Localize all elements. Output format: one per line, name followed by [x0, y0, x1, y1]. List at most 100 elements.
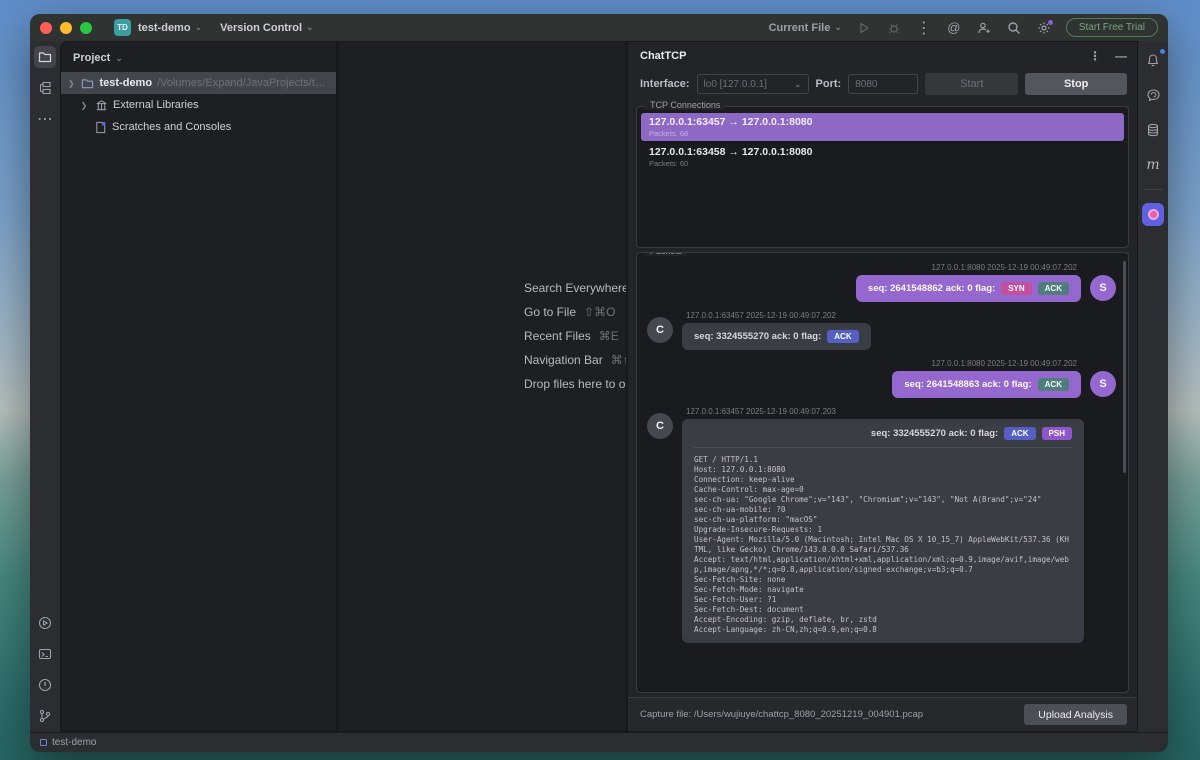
git-branch-icon[interactable]: [34, 705, 56, 727]
panel-options-icon[interactable]: ⋮: [1089, 49, 1101, 63]
maven-tool-icon[interactable]: m: [1142, 154, 1164, 176]
tree-row-scratches[interactable]: Scratches and Consoles: [61, 116, 336, 138]
status-bar: test-demo: [30, 732, 1168, 752]
chevron-down-icon: ⌄: [195, 22, 203, 33]
project-menu[interactable]: test-demo ⌄: [138, 22, 202, 34]
more-tool-windows-icon[interactable]: ⋯: [34, 108, 56, 130]
search-everywhere-icon[interactable]: [1006, 20, 1022, 36]
ide-window: TD test-demo ⌄ Version Control ⌄ Current…: [30, 14, 1168, 752]
title-bar: TD test-demo ⌄ Version Control ⌄ Current…: [30, 14, 1168, 41]
start-free-trial-button[interactable]: Start Free Trial: [1066, 18, 1158, 37]
notification-dot: [1160, 49, 1165, 54]
folder-icon: [81, 76, 95, 90]
close-window-button[interactable]: [40, 22, 52, 34]
capture-controls: Interface: lo0 [127.0.0.1] ⌄ Port: 8080 …: [628, 68, 1137, 102]
start-capture-button[interactable]: Start: [925, 73, 1018, 95]
packet-message[interactable]: C 127.0.0.1:63457 2025-12-19 00:49:07.20…: [647, 407, 1116, 643]
project-panel: Project ⌄ ❯ test-demo /Volumes/Expand/Ja…: [60, 41, 337, 732]
right-tool-strip: m: [1138, 41, 1168, 732]
chevron-down-icon: ⌄: [306, 22, 314, 33]
packet-bubble: seq: 3324555270 ack: 0 flag: ACK: [682, 323, 871, 350]
plugin-logo-dot: [1148, 209, 1159, 220]
flag-badge-ack: ACK: [1038, 282, 1069, 295]
project-panel-header[interactable]: Project ⌄: [61, 48, 336, 72]
chevron-down-icon: ⌄: [794, 79, 802, 90]
chevron-down-icon: ⌄: [115, 53, 123, 64]
server-avatar: S: [1090, 371, 1116, 397]
scratch-file-icon: [93, 120, 107, 134]
hint-search-everywhere: Search Everywhere: [524, 276, 627, 300]
connection-row[interactable]: 127.0.0.1:63457 → 127.0.0.1:8080 Packets…: [641, 113, 1124, 141]
more-actions-icon[interactable]: ⋮: [916, 20, 932, 36]
interface-label: Interface:: [640, 78, 690, 90]
problems-tool-icon[interactable]: [34, 674, 56, 696]
connection-row[interactable]: 127.0.0.1:63458 → 127.0.0.1:8080 Packets…: [641, 143, 1124, 171]
run-configuration-selector[interactable]: Current File ⌄: [769, 22, 842, 34]
stop-capture-button[interactable]: Stop: [1025, 73, 1127, 95]
notifications-bell-icon[interactable]: [1142, 49, 1164, 71]
chattcp-plugin-icon[interactable]: [1142, 203, 1164, 225]
tcp-connections-section: TCP Connections 127.0.0.1:63457 → 127.0.…: [636, 106, 1129, 248]
chevron-down-icon: ⌄: [834, 22, 842, 33]
terminal-tool-icon[interactable]: [34, 643, 56, 665]
settings-notification-dot: [1048, 20, 1053, 25]
packet-bubble-payload: seq: 3324555270 ack: 0 flag: ACK PSH GET…: [682, 419, 1084, 643]
project-tool-icon[interactable]: [34, 46, 56, 68]
tree-row-external-libraries[interactable]: ❯ External Libraries: [61, 94, 336, 116]
interface-select[interactable]: lo0 [127.0.0.1] ⌄: [697, 74, 809, 94]
editor-shortcut-hints: Search Everywhere Go to File ⇧⌘O Recent …: [524, 276, 627, 396]
flag-badge-ack: ACK: [827, 330, 858, 343]
settings-gear-icon[interactable]: [1036, 20, 1052, 36]
library-icon: [94, 98, 108, 112]
client-avatar: C: [647, 317, 673, 343]
run-icon[interactable]: [856, 20, 872, 36]
chattcp-title: ChatTCP: [640, 50, 686, 62]
flag-badge-syn: SYN: [1001, 282, 1031, 295]
packet-message[interactable]: C 127.0.0.1:63457 2025-12-19 00:49:07.20…: [647, 311, 1116, 350]
tree-row-project-root[interactable]: ❯ test-demo /Volumes/Expand/JavaProjects…: [61, 72, 336, 94]
port-label: Port:: [816, 78, 842, 90]
editor-area[interactable]: Search Everywhere Go to File ⇧⌘O Recent …: [337, 41, 627, 732]
tcp-connections-title: TCP Connections: [645, 100, 725, 110]
hint-recent-files: Recent Files ⌘E: [524, 324, 627, 348]
upload-analysis-button[interactable]: Upload Analysis: [1024, 704, 1127, 725]
strip-divider: [1144, 189, 1162, 190]
port-input[interactable]: 8080: [848, 74, 918, 94]
http-payload: GET / HTTP/1.1 Host: 127.0.0.1:8080 Conn…: [694, 448, 1072, 635]
services-tool-icon[interactable]: [34, 612, 56, 634]
chattcp-header: ChatTCP ⋮ —: [628, 42, 1137, 68]
server-avatar: S: [1090, 275, 1116, 301]
capture-file-path: Capture file: /Users/wujiuye/chattcp_808…: [640, 709, 923, 720]
chattcp-panel: ChatTCP ⋮ — Interface: lo0 [127.0.0.1] ⌄…: [627, 41, 1138, 732]
packets-scrollbar[interactable]: [1123, 261, 1126, 473]
desktop-wallpaper: TD test-demo ⌄ Version Control ⌄ Current…: [0, 0, 1200, 760]
panel-minimize-icon[interactable]: —: [1115, 49, 1127, 63]
project-avatar[interactable]: TD: [114, 19, 131, 36]
status-project-name[interactable]: test-demo: [52, 737, 96, 748]
module-icon: [40, 739, 47, 746]
expand-arrow-icon[interactable]: ❯: [67, 79, 76, 88]
client-avatar: C: [647, 413, 673, 439]
packet-message[interactable]: 127.0.0.1:8080 2025-12-19 00:49:07.202 s…: [647, 263, 1116, 302]
packet-bubble: seq: 2641548863 ack: 0 flag: ACK: [892, 371, 1081, 398]
flag-badge-ack: ACK: [1038, 378, 1069, 391]
ai-assistant-icon[interactable]: @: [946, 20, 962, 36]
vcs-menu[interactable]: Version Control ⌄: [220, 22, 313, 34]
packets-section[interactable]: Packets 127.0.0.1:8080 2025-12-19 00:49:…: [636, 252, 1129, 693]
flag-badge-psh: PSH: [1042, 427, 1072, 440]
database-tool-icon[interactable]: [1142, 119, 1164, 141]
zoom-window-button[interactable]: [80, 22, 92, 34]
packet-bubble: seq: 2641548862 ack: 0 flag: SYN ACK: [856, 275, 1081, 302]
packets-title: Packets: [645, 252, 687, 256]
code-with-me-icon[interactable]: [976, 20, 992, 36]
left-tool-strip: ⋯: [30, 41, 60, 732]
packet-message[interactable]: 127.0.0.1:8080 2025-12-19 00:49:07.202 s…: [647, 359, 1116, 398]
structure-tool-icon[interactable]: [34, 77, 56, 99]
expand-arrow-icon[interactable]: ❯: [79, 101, 89, 110]
ai-chat-tool-icon[interactable]: [1142, 84, 1164, 106]
debug-icon[interactable]: [886, 20, 902, 36]
flag-badge-ack: ACK: [1004, 427, 1035, 440]
hint-navigation-bar: Navigation Bar ⌘↑: [524, 348, 627, 372]
hint-drop-files: Drop files here to op: [524, 372, 627, 396]
minimize-window-button[interactable]: [60, 22, 72, 34]
